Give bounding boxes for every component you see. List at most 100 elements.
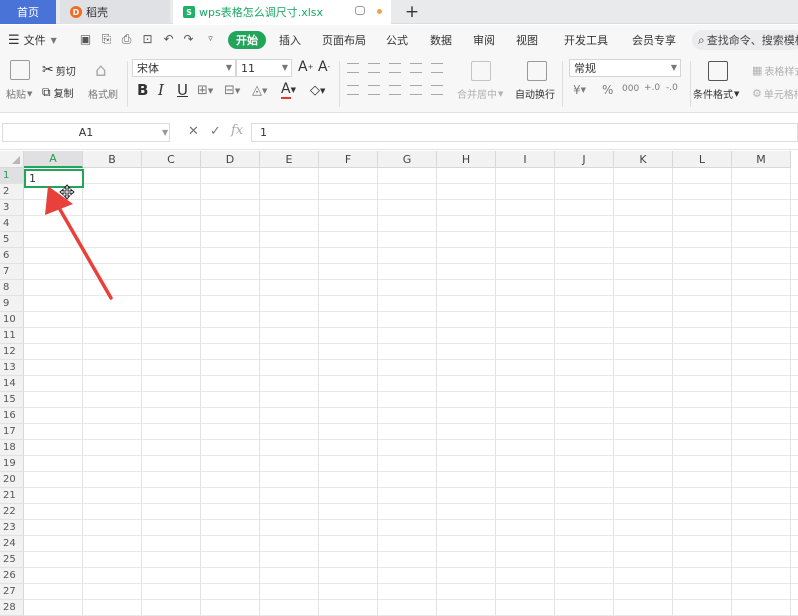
row-header-19[interactable]: 19 xyxy=(0,456,24,472)
row-header-18[interactable]: 18 xyxy=(0,440,24,456)
column-header-i[interactable]: I xyxy=(496,151,555,168)
row-header-1[interactable]: 1 xyxy=(0,168,24,184)
export-icon[interactable]: ⎘ xyxy=(100,33,113,46)
row-header-6[interactable]: 6 xyxy=(0,248,24,264)
row-header-28[interactable]: 28 xyxy=(0,600,24,616)
column-header-f[interactable]: F xyxy=(319,151,378,168)
menu-developer[interactable]: 开发工具 xyxy=(564,25,608,55)
format-painter-icon[interactable]: ⌂ xyxy=(95,60,106,81)
row-header-17[interactable]: 17 xyxy=(0,424,24,440)
cell-style-button[interactable]: ⚙ 单元格样式 xyxy=(752,86,798,101)
confirm-icon[interactable]: ✓ xyxy=(210,124,221,139)
row-header-7[interactable]: 7 xyxy=(0,264,24,280)
menu-home-tab[interactable]: 开始 xyxy=(228,31,266,49)
format-painter-label[interactable]: 格式刷 xyxy=(88,86,118,101)
menu-member[interactable]: 会员专享 xyxy=(632,25,676,55)
cell-style-icon[interactable]: ⊟ ▼ xyxy=(224,83,240,98)
conditional-format-icon[interactable] xyxy=(708,61,728,81)
row-header-25[interactable]: 25 xyxy=(0,552,24,568)
column-header-g[interactable]: G xyxy=(378,151,437,168)
font-color-icon[interactable]: A ▼ xyxy=(281,81,296,99)
indent-decrease-icon[interactable] xyxy=(410,63,422,73)
conditional-format-button[interactable]: 条件格式 ▼ xyxy=(693,86,739,102)
italic-button[interactable]: I xyxy=(158,81,164,99)
align-right-icon[interactable] xyxy=(389,85,401,95)
align-bottom-icon[interactable] xyxy=(389,63,401,73)
new-tab-button[interactable]: + xyxy=(403,1,421,23)
select-all-button[interactable] xyxy=(0,151,24,168)
column-header-c[interactable]: C xyxy=(142,151,201,168)
merge-center-button[interactable]: 合并居中 ▼ xyxy=(457,86,503,102)
row-header-23[interactable]: 23 xyxy=(0,520,24,536)
row-header-21[interactable]: 21 xyxy=(0,488,24,504)
menu-view[interactable]: 视图 xyxy=(516,25,538,55)
redo-icon[interactable]: ↷ xyxy=(182,33,195,46)
merge-center-icon[interactable] xyxy=(471,61,491,81)
font-name-select[interactable]: 宋体 ▼ xyxy=(132,59,236,77)
align-center-icon[interactable] xyxy=(368,85,380,95)
column-header-m[interactable]: M xyxy=(732,151,791,168)
fill-color-icon[interactable]: ◬ ▼ xyxy=(252,83,267,98)
chevron-down-icon[interactable]: ▼ xyxy=(162,128,168,137)
row-header-14[interactable]: 14 xyxy=(0,376,24,392)
tab-home[interactable]: 首页 xyxy=(0,0,56,24)
decrease-decimal-icon[interactable]: -.0 xyxy=(666,83,678,93)
menu-review[interactable]: 审阅 xyxy=(473,25,495,55)
row-header-20[interactable]: 20 xyxy=(0,472,24,488)
customize-toolbar-icon[interactable]: ▿ xyxy=(204,33,217,46)
row-header-16[interactable]: 16 xyxy=(0,408,24,424)
row-header-15[interactable]: 15 xyxy=(0,392,24,408)
name-box[interactable]: A1 xyxy=(2,123,170,142)
row-header-2[interactable]: 2 xyxy=(0,184,24,200)
row-header-8[interactable]: 8 xyxy=(0,280,24,296)
print-preview-icon[interactable]: ⊡ xyxy=(141,33,154,46)
spreadsheet-grid[interactable]: A B C D E F G H I J K L M 1 2 3 4 5 6 7 8 9 10 11 12 13 14 15 16 17 18… xyxy=(0,151,798,616)
thousands-icon[interactable]: 000 xyxy=(622,84,639,94)
column-header-l[interactable]: L xyxy=(673,151,732,168)
wrap-text-icon[interactable] xyxy=(527,61,547,81)
currency-icon[interactable]: ¥ ▼ xyxy=(573,83,586,97)
insert-function-icon[interactable]: fx xyxy=(231,123,243,138)
row-header-9[interactable]: 9 xyxy=(0,296,24,312)
number-format-select[interactable]: 常规 ▼ xyxy=(569,59,681,77)
justify-icon[interactable] xyxy=(410,85,422,95)
row-header-13[interactable]: 13 xyxy=(0,360,24,376)
cut-button[interactable]: ✂ 剪切 xyxy=(42,62,76,78)
row-header-3[interactable]: 3 xyxy=(0,200,24,216)
print-icon[interactable]: ⎙ xyxy=(120,33,133,46)
increase-font-icon[interactable]: A + xyxy=(298,59,313,75)
row-header-12[interactable]: 12 xyxy=(0,344,24,360)
column-header-b[interactable]: B xyxy=(83,151,142,168)
wrap-text-button[interactable]: 自动换行 xyxy=(515,86,555,101)
cell-area[interactable] xyxy=(24,168,798,616)
clear-format-icon[interactable]: ◇ ▼ xyxy=(310,83,325,98)
command-search[interactable]: ⌕ 查找命令、搜索模板 xyxy=(692,30,798,50)
tab-daoke[interactable]: D 稻壳 xyxy=(60,0,170,24)
font-size-select[interactable]: 11 ▼ xyxy=(236,59,292,77)
percent-icon[interactable]: % xyxy=(602,83,613,97)
menu-formulas[interactable]: 公式 xyxy=(386,25,408,55)
border-icon[interactable]: ⊞ ▼ xyxy=(197,83,213,98)
row-header-22[interactable]: 22 xyxy=(0,504,24,520)
paste-button[interactable]: 粘贴 ▼ xyxy=(6,86,32,102)
column-header-k[interactable]: K xyxy=(614,151,673,168)
align-left-icon[interactable] xyxy=(347,85,359,95)
decrease-font-icon[interactable]: A- xyxy=(318,59,330,75)
row-header-26[interactable]: 26 xyxy=(0,568,24,584)
menu-page-layout[interactable]: 页面布局 xyxy=(322,25,366,55)
align-top-icon[interactable] xyxy=(347,63,359,73)
formula-input[interactable]: 1 xyxy=(251,123,798,142)
menu-insert[interactable]: 插入 xyxy=(279,25,301,55)
row-header-24[interactable]: 24 xyxy=(0,536,24,552)
file-menu[interactable]: ☰ 文件 ▼ xyxy=(8,25,57,55)
cancel-icon[interactable]: ✕ xyxy=(188,124,199,139)
row-header-4[interactable]: 4 xyxy=(0,216,24,232)
bold-button[interactable]: B xyxy=(137,81,148,99)
save-icon[interactable]: ▣ xyxy=(79,33,92,46)
row-header-11[interactable]: 11 xyxy=(0,328,24,344)
column-header-d[interactable]: D xyxy=(201,151,260,168)
menu-data[interactable]: 数据 xyxy=(430,25,452,55)
row-header-10[interactable]: 10 xyxy=(0,312,24,328)
active-cell-a1[interactable]: 1 xyxy=(24,169,84,188)
copy-button[interactable]: ⧉ 复制 xyxy=(42,85,74,100)
